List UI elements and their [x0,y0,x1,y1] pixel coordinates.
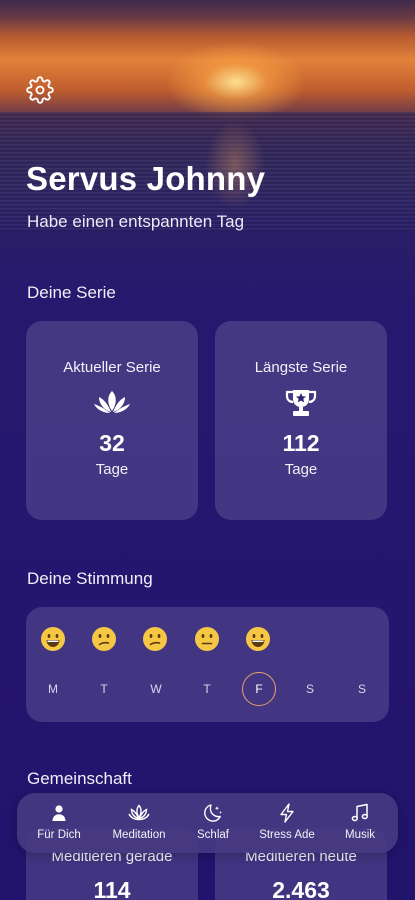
tab-label: Musik [344,829,376,841]
neutral-face-icon [195,627,219,651]
confused-face-icon [143,627,167,651]
tab-label: Meditation [112,829,166,841]
mood-section-title: Deine Stimmung [27,569,153,588]
lightning-icon [280,803,294,823]
home-screen: Servus Johnny Habe einen entspannten Tag… [0,0,415,900]
current-streak-card[interactable]: Aktueller Serie 32 Tage [26,321,198,520]
trophy-icon [285,390,317,416]
person-icon [52,805,66,821]
meditating-now-value: 114 [93,877,131,900]
lotus-icon [128,804,150,821]
gear-icon [26,76,54,104]
tab-meditation[interactable]: Meditation [101,793,177,853]
settings-button[interactable] [24,74,56,106]
day-monday[interactable]: M [36,672,70,706]
meditating-today-value: 2.463 [272,877,330,900]
current-streak-unit: Tage [95,461,129,478]
community-section-title: Gemeinschaft [27,769,132,788]
confused-face-icon [92,627,116,651]
day-sunday[interactable]: S [345,672,379,706]
tab-fuer-dich[interactable]: Für Dich [21,793,97,853]
longest-streak-label: Längste Serie [254,359,348,376]
day-saturday[interactable]: S [293,672,327,706]
greeting-subtitle: Habe einen entspannten Tag [27,212,245,231]
tab-label: Stress Ade [259,829,315,841]
longest-streak-card[interactable]: Längste Serie 112 Tage [215,321,387,520]
grinning-face-icon [41,627,65,651]
tab-stress-ade[interactable]: Stress Ade [249,793,325,853]
streak-section-title: Deine Serie [27,283,116,302]
longest-streak-unit: Tage [284,461,318,478]
current-streak-value: 32 [99,430,125,456]
day-thursday[interactable]: T [190,672,224,706]
greeting-title: Servus Johnny [26,160,266,197]
tab-schlaf[interactable]: Schlaf [175,793,251,853]
current-streak-label: Aktueller Serie [63,359,161,376]
day-tuesday[interactable]: T [87,672,121,706]
day-friday[interactable]: F [242,672,276,706]
grinning-face-icon [246,627,270,651]
music-note-icon [351,803,368,822]
tab-label: Schlaf [197,829,229,841]
tab-musik[interactable]: Musik [322,793,398,853]
bottom-tab-bar: Für Dich Meditation Schlaf Stress Ade Mu… [17,793,398,853]
longest-streak-value: 112 [282,430,320,456]
tab-label: Für Dich [37,829,81,841]
moon-stars-icon [204,804,222,822]
lotus-icon [94,391,130,413]
day-wednesday[interactable]: W [139,672,173,706]
